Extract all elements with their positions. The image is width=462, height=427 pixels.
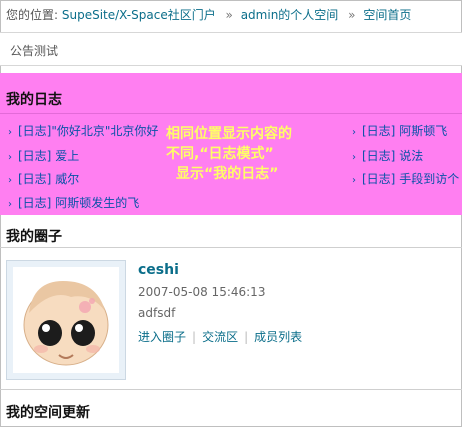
bullet-arrow-icon: › [8, 199, 12, 210]
bullet-arrow-icon: › [8, 175, 12, 186]
bullet-arrow-icon: › [8, 152, 12, 163]
annotation-line: 不同,“日志模式” [166, 146, 274, 162]
breadcrumb-separator: » [348, 8, 356, 22]
blog-divider [0, 113, 462, 114]
updates-section-title: 我的空间更新 [6, 405, 90, 421]
bullet-arrow-icon: › [8, 127, 12, 138]
blog-post-title[interactable]: 威尔 [55, 172, 79, 186]
blog-post-item[interactable]: › [日志] 阿斯顿发生的飞 [8, 194, 139, 211]
blog-post-title[interactable]: "你好北京"北京你好 [51, 124, 158, 138]
bullet-arrow-icon: › [352, 152, 356, 163]
blog-post-item[interactable]: › [日志]"你好北京"北京你好 [8, 122, 158, 139]
breadcrumb-prefix: 您的位置: [6, 8, 59, 22]
annotation-overlay: 相同位置显示内容的 不同,“日志模式” 显示“我的日志” [166, 124, 342, 184]
circle-name-link[interactable]: ceshi [138, 262, 179, 278]
blog-post-item[interactable]: › [日志] 说法 [352, 147, 423, 164]
enter-circle-link[interactable]: 进入圈子 [138, 330, 186, 344]
blog-post-title[interactable]: 阿斯顿飞 [399, 124, 447, 138]
breadcrumb-user-space-link[interactable]: admin的个人空间 [241, 8, 339, 22]
avatar[interactable] [6, 260, 126, 380]
blog-post-title[interactable]: 阿斯顿发生的飞 [55, 196, 139, 210]
section-divider [0, 247, 462, 248]
breadcrumb-home-link[interactable]: 空间首页 [363, 8, 411, 22]
announcement-bar: 公告测试 [0, 32, 462, 66]
blog-post-item[interactable]: › [日志] 威尔 [8, 170, 79, 187]
breadcrumb: 您的位置: SupeSite/X-Space社区门户 » admin的个人空间 … [6, 6, 411, 22]
bullet-arrow-icon: › [352, 127, 356, 138]
blog-section-title: 我的日志 [6, 92, 62, 108]
discussion-area-link[interactable]: 交流区 [202, 330, 238, 344]
annotation-line: 显示“我的日志” [176, 166, 279, 182]
link-divider: | [244, 330, 249, 344]
circle-timestamp: 2007-05-08 15:46:13 [138, 285, 266, 299]
circle-section-title: 我的圈子 [6, 229, 62, 245]
blog-post-title[interactable]: 爱上 [55, 149, 79, 163]
link-divider: | [192, 330, 197, 344]
avatar-image [13, 267, 119, 373]
annotation-line: 相同位置显示内容的 [166, 126, 292, 142]
circle-description: adfsdf [138, 306, 176, 320]
blog-post-item[interactable]: › [日志] 手段到访个 [352, 170, 459, 187]
announcement-text: 公告测试 [10, 44, 59, 58]
breadcrumb-separator: » [225, 8, 233, 22]
breadcrumb-portal-link[interactable]: SupeSite/X-Space社区门户 [62, 8, 216, 22]
blog-post-item[interactable]: › [日志] 阿斯顿飞 [352, 122, 447, 139]
bullet-arrow-icon: › [352, 175, 356, 186]
blog-post-title[interactable]: 说法 [399, 149, 423, 163]
member-list-link[interactable]: 成员列表 [254, 330, 302, 344]
baby-face-icon [23, 281, 109, 366]
section-divider [0, 389, 462, 390]
blog-post-item[interactable]: › [日志] 爱上 [8, 147, 79, 164]
circle-links: 进入圈子 | 交流区 | 成员列表 [138, 328, 302, 345]
blog-post-title[interactable]: 手段到访个 [399, 172, 459, 186]
